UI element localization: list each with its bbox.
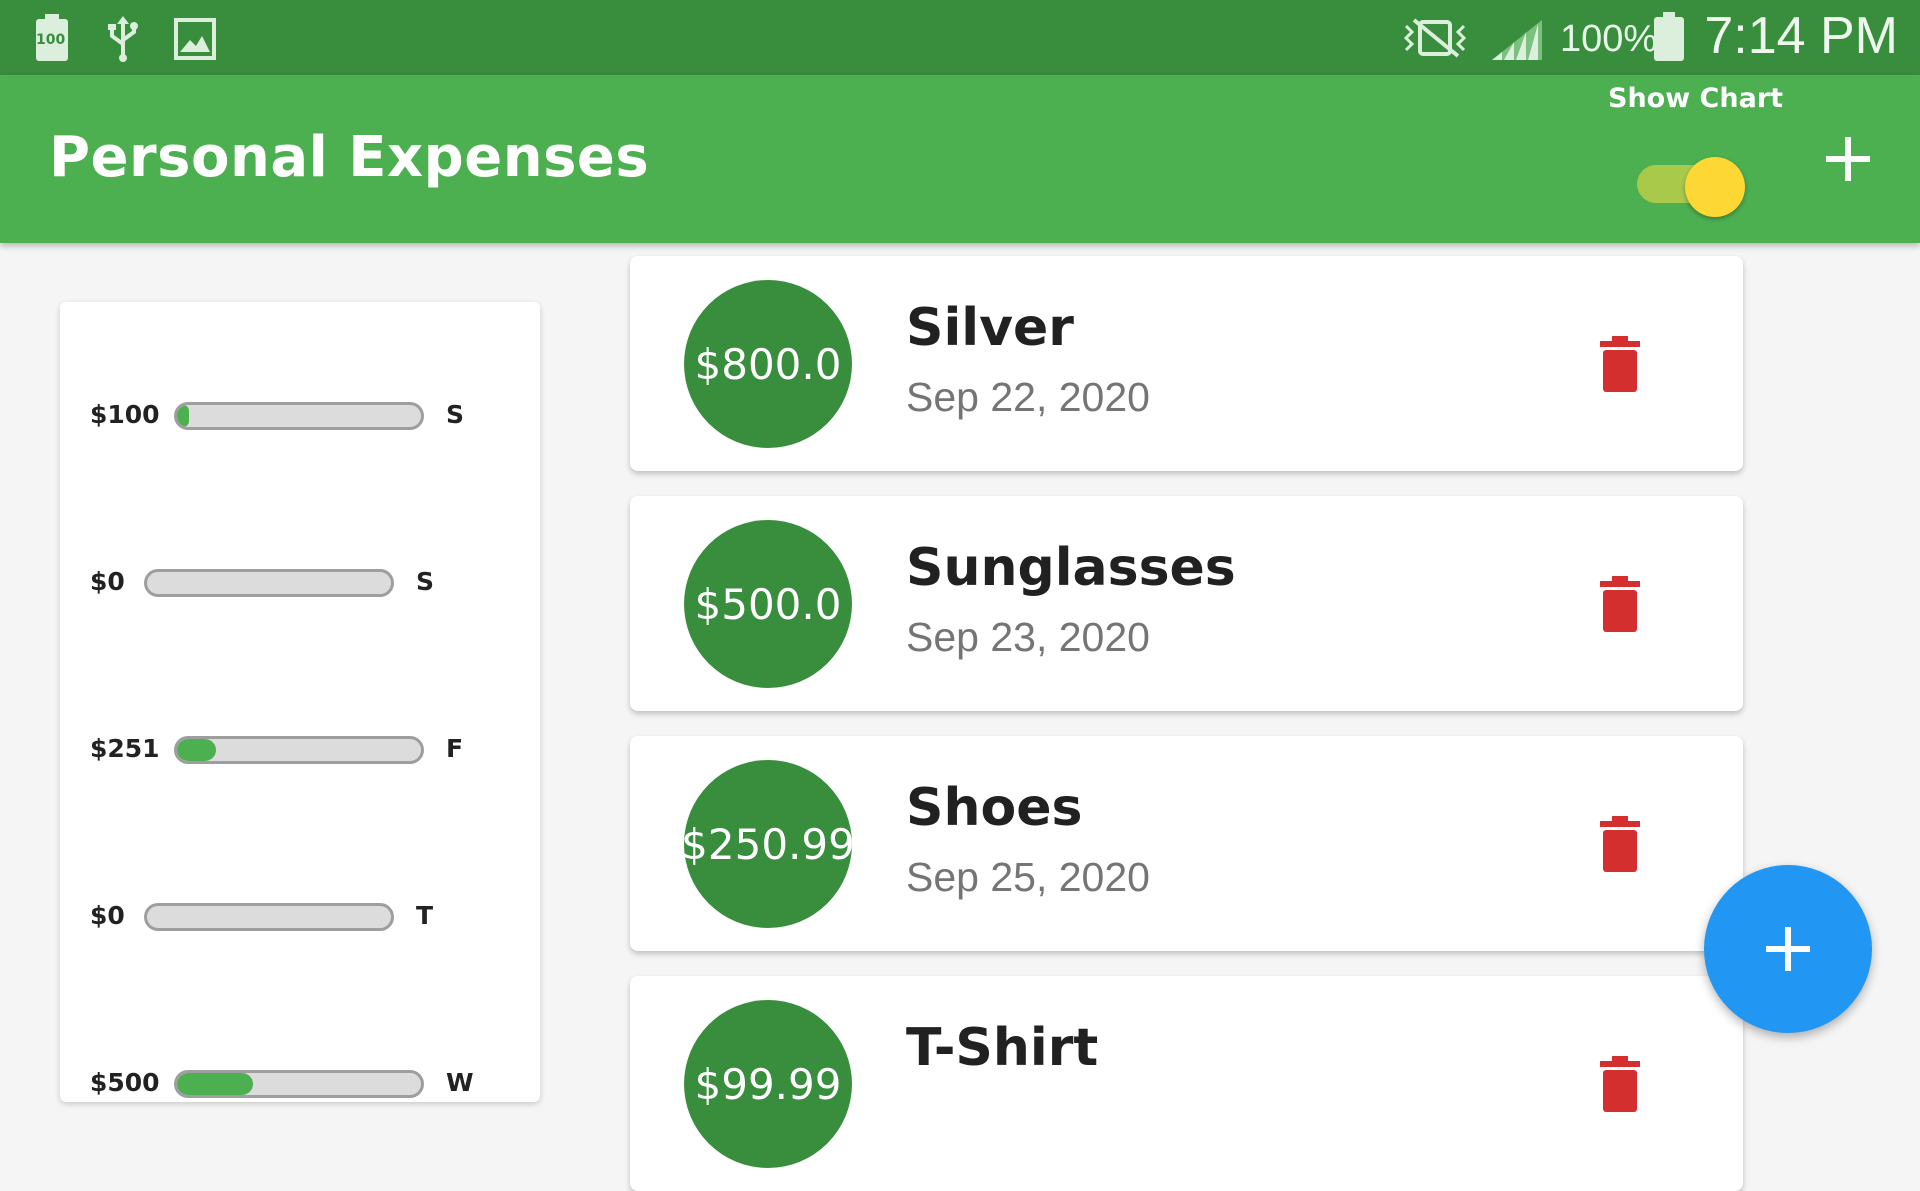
list-item: $99.99 T-Shirt [630,976,1743,1191]
expense-title: T-Shirt [906,1018,1099,1078]
delete-button[interactable] [1598,336,1642,394]
plus-icon [1766,927,1810,971]
bar-fill [177,1073,253,1095]
bar-amount: $251 [90,734,160,763]
signal-icon [1490,18,1544,67]
bar-fill [177,405,190,427]
bar-day: F [446,734,464,763]
bar-track [144,903,394,931]
add-expense-button[interactable] [1822,133,1874,185]
bar-amount: $0 [90,567,125,596]
app-bar: Personal Expenses Show Chart [0,75,1920,243]
bar-amount: $100 [90,400,160,429]
usb-icon [106,16,140,67]
bar-fill [177,739,217,761]
bar-track [174,402,424,430]
bar-amount: $0 [90,901,125,930]
battery-icon [1652,12,1686,67]
show-chart-label: Show Chart [1608,83,1784,114]
chart-bar: $0 S [60,565,540,605]
bar-day: S [446,400,465,429]
expense-title: Sunglasses [906,538,1236,598]
delete-button[interactable] [1598,576,1642,634]
expense-date: Sep 25, 2020 [906,854,1150,900]
amount-avatar: $500.0 [684,520,852,688]
trash-icon [1600,576,1640,632]
bar-day: T [416,901,434,930]
show-chart-toggle[interactable] [1637,157,1747,217]
expense-title: Silver [906,298,1074,358]
expense-title: Shoes [906,778,1083,838]
bar-amount: $500 [90,1068,160,1097]
clock: 7:14 PM [1704,7,1898,65]
weekly-chart-card: $100 S $0 S $251 F $0 T $500 W [60,302,540,1102]
trash-icon [1600,336,1640,392]
page-title: Personal Expenses [49,125,650,190]
bar-day: S [416,567,435,596]
chart-bar: $0 T [60,899,540,939]
chart-bar: $500 W [60,1066,540,1106]
amount-avatar: $800.0 [684,280,852,448]
trash-icon [1600,1056,1640,1112]
status-bar: 100 100% 7:14 PM [0,0,1920,75]
chart-bar: $100 S [60,398,540,438]
trash-icon [1600,816,1640,872]
bar-track [174,1070,424,1098]
battery-percent: 100% [1560,18,1658,60]
vibrate-mute-icon [1400,16,1472,65]
delete-button[interactable] [1598,1056,1642,1114]
expense-date: Sep 23, 2020 [906,614,1150,660]
chart-bar: $251 F [60,732,540,772]
list-item: $250.99 Shoes Sep 25, 2020 [630,736,1743,951]
image-icon [174,18,216,65]
floating-add-button[interactable] [1704,865,1872,1033]
list-item: $800.0 Silver Sep 22, 2020 [630,256,1743,471]
battery-badge: 100 [36,32,66,48]
list-item: $500.0 Sunglasses Sep 23, 2020 [630,496,1743,711]
amount-avatar: $250.99 [681,760,855,928]
plus-icon [1826,137,1870,181]
delete-button[interactable] [1598,816,1642,874]
expense-date: Sep 22, 2020 [906,374,1150,420]
toggle-thumb [1685,157,1745,217]
bar-day: W [446,1068,474,1097]
bar-track [144,569,394,597]
amount-avatar: $99.99 [684,1000,852,1168]
bar-track [174,736,424,764]
